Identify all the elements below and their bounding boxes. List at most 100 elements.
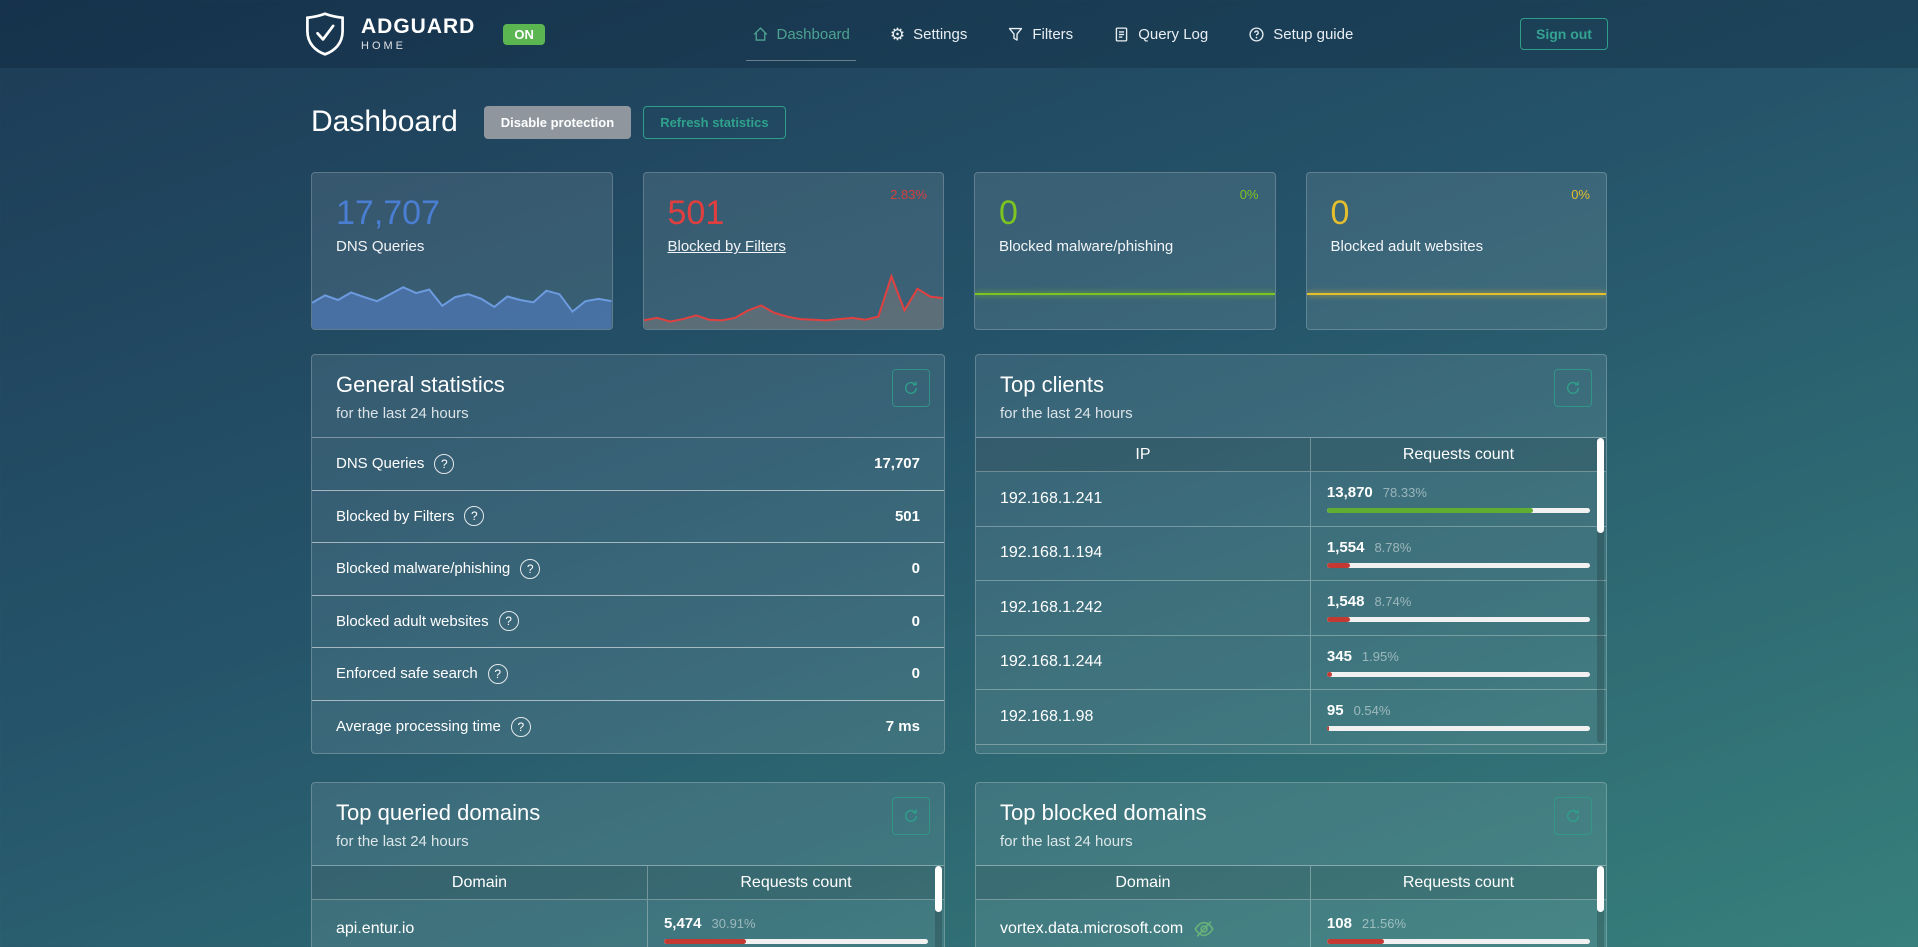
panel-header: Top queried domains for the last 24 hour… <box>312 783 944 865</box>
refresh-statistics-button[interactable]: Refresh statistics <box>643 106 785 139</box>
table-row: 192.168.1.242 1,548 8.74% <box>976 581 1606 636</box>
help-icon[interactable]: ? <box>499 611 519 631</box>
refresh-icon <box>1565 808 1581 824</box>
requests-bar <box>1327 563 1590 568</box>
panel-title: Top blocked domains <box>1000 800 1582 826</box>
adguard-brand[interactable]: ADGUARD HOME ON <box>303 11 545 57</box>
general-statistics-list: DNS Queries? 17,707 Blocked by Filters?501… <box>312 437 944 753</box>
column-header: IP <box>976 438 1310 471</box>
row-name[interactable]: 192.168.1.241 <box>1000 490 1102 508</box>
help-icon[interactable]: ? <box>434 454 454 474</box>
requests-count: 1,554 <box>1327 539 1365 556</box>
card-label-link[interactable]: Blocked by Filters <box>668 238 786 255</box>
refresh-panel-button[interactable] <box>1554 797 1592 835</box>
disable-protection-button[interactable]: Disable protection <box>484 106 631 139</box>
stat-row-blocked-adult-websites: Blocked adult websites? 0 <box>312 596 944 649</box>
funnel-icon <box>1007 26 1024 43</box>
protection-status-badge: ON <box>503 24 545 45</box>
nav-item-setup-guide[interactable]: Setup guide <box>1248 0 1353 68</box>
panel-subtitle: for the last 24 hours <box>1000 833 1582 850</box>
refresh-icon <box>903 380 919 396</box>
stat-row-value: 0 <box>912 613 920 630</box>
column-header: Domain <box>312 866 647 899</box>
sign-out-button[interactable]: Sign out <box>1520 18 1608 50</box>
refresh-icon <box>903 808 919 824</box>
nav-item-dashboard[interactable]: Dashboard <box>752 0 850 68</box>
requests-percent: 30.91% <box>712 916 756 931</box>
requests-bar <box>1327 672 1590 677</box>
nav-item-query-log[interactable]: Query Log <box>1113 0 1208 68</box>
stat-card-blocked-by-filters: 2.83%501Blocked by Filters <box>643 172 945 330</box>
eye-off-icon[interactable] <box>1193 918 1215 940</box>
refresh-panel-button[interactable] <box>892 369 930 407</box>
help-icon[interactable]: ? <box>488 664 508 684</box>
card-percent: 0% <box>1240 187 1259 202</box>
help-icon[interactable]: ? <box>464 506 484 526</box>
stat-card-blocked-adult-websites: 0%0Blocked adult websites <box>1306 172 1608 330</box>
stat-row-value: 7 ms <box>886 718 920 735</box>
middle-panels-row: General statistics for the last 24 hours… <box>311 354 1607 754</box>
nav-item-settings[interactable]: ⚙Settings <box>890 0 967 68</box>
stat-cards-row: 17,707 DNS Queries 2.83%501Blocked by Filt… <box>311 172 1607 330</box>
refresh-panel-button[interactable] <box>1554 369 1592 407</box>
requests-percent: 8.74% <box>1374 594 1411 609</box>
column-header: Requests count <box>1310 438 1606 471</box>
stat-row-label: DNS Queries <box>336 455 424 472</box>
table-scrollbar[interactable] <box>935 866 942 947</box>
app-header: ADGUARD HOME ON Dashboard ⚙Settings Filter… <box>0 0 1918 68</box>
refresh-panel-button[interactable] <box>892 797 930 835</box>
column-header: Requests count <box>1310 866 1606 899</box>
top-queried-domains-panel: Top queried domains for the last 24 hour… <box>311 782 945 947</box>
table-row: 192.168.1.98950.54% <box>976 690 1606 745</box>
nav-item-filters[interactable]: Filters <box>1007 0 1073 68</box>
table-header-row: IPRequests count <box>976 438 1606 472</box>
table-scrollbar[interactable] <box>1597 438 1604 743</box>
requests-count: 5,474 <box>664 915 702 932</box>
row-name[interactable]: 192.168.1.98 <box>1000 708 1093 726</box>
gear-icon: ⚙ <box>890 26 905 43</box>
card-value: 17,707 <box>336 195 612 232</box>
stat-row-blocked-by-filters: Blocked by Filters?501 <box>312 491 944 544</box>
help-icon[interactable]: ? <box>520 559 540 579</box>
requests-bar <box>1327 508 1590 513</box>
help-icon <box>1248 26 1265 43</box>
top-clients-panel: Top clients for the last 24 hours IPRequ… <box>975 354 1607 754</box>
top-blocked-domains-panel: Top blocked domains for the last 24 hour… <box>975 782 1607 947</box>
stat-row-label: Blocked malware/phishing <box>336 560 510 577</box>
table-header-row: DomainRequests count <box>312 866 944 900</box>
top-blocked-domains-table: DomainRequests countvortex.data.microsof… <box>976 865 1606 947</box>
card-label: DNS Queries <box>336 238 612 255</box>
panel-title: Top queried domains <box>336 800 920 826</box>
row-name[interactable]: 192.168.1.244 <box>1000 653 1102 671</box>
nav-item-label: Filters <box>1032 26 1073 43</box>
panel-title: General statistics <box>336 372 920 398</box>
requests-percent: 21.56% <box>1362 916 1406 931</box>
help-icon[interactable]: ? <box>511 717 531 737</box>
stat-row-enforced-safe-search: Enforced safe search?0 <box>312 648 944 701</box>
stat-row-label: Blocked adult websites <box>336 613 489 630</box>
table-scrollbar[interactable] <box>1597 866 1604 947</box>
flat-sparkline <box>975 293 1275 295</box>
row-name[interactable]: api.entur.io <box>336 920 414 938</box>
stat-row-label: Blocked by Filters <box>336 508 454 525</box>
top-clients-table: IPRequests count192.168.1.24113,87078.33… <box>976 437 1606 745</box>
row-name[interactable]: 192.168.1.194 <box>1000 544 1102 562</box>
requests-count: 345 <box>1327 648 1352 665</box>
row-name[interactable]: vortex.data.microsoft.com <box>1000 920 1183 938</box>
card-label[interactable]: Blocked by Filters <box>668 238 944 255</box>
requests-count: 1,548 <box>1327 593 1365 610</box>
stat-row-value: 17,707 <box>874 455 920 472</box>
page-title: Dashboard <box>311 105 458 139</box>
panel-title: Top clients <box>1000 372 1582 398</box>
stat-row-label: Enforced safe search <box>336 665 478 682</box>
row-name[interactable]: 192.168.1.242 <box>1000 599 1102 617</box>
card-label: Blocked malware/phishing <box>999 238 1275 255</box>
requests-bar <box>1327 939 1590 944</box>
table-row: 192.168.1.24113,87078.33% <box>976 472 1606 527</box>
top-queried-domains-table: DomainRequests count api.entur.io 5,474 30.… <box>312 865 944 947</box>
general-statistics-panel: General statistics for the last 24 hours… <box>311 354 945 754</box>
stat-card-dns-queries: 17,707 DNS Queries <box>311 172 613 330</box>
requests-percent: 0.54% <box>1354 703 1391 718</box>
requests-bar <box>664 939 928 944</box>
panel-subtitle: for the last 24 hours <box>336 405 920 422</box>
